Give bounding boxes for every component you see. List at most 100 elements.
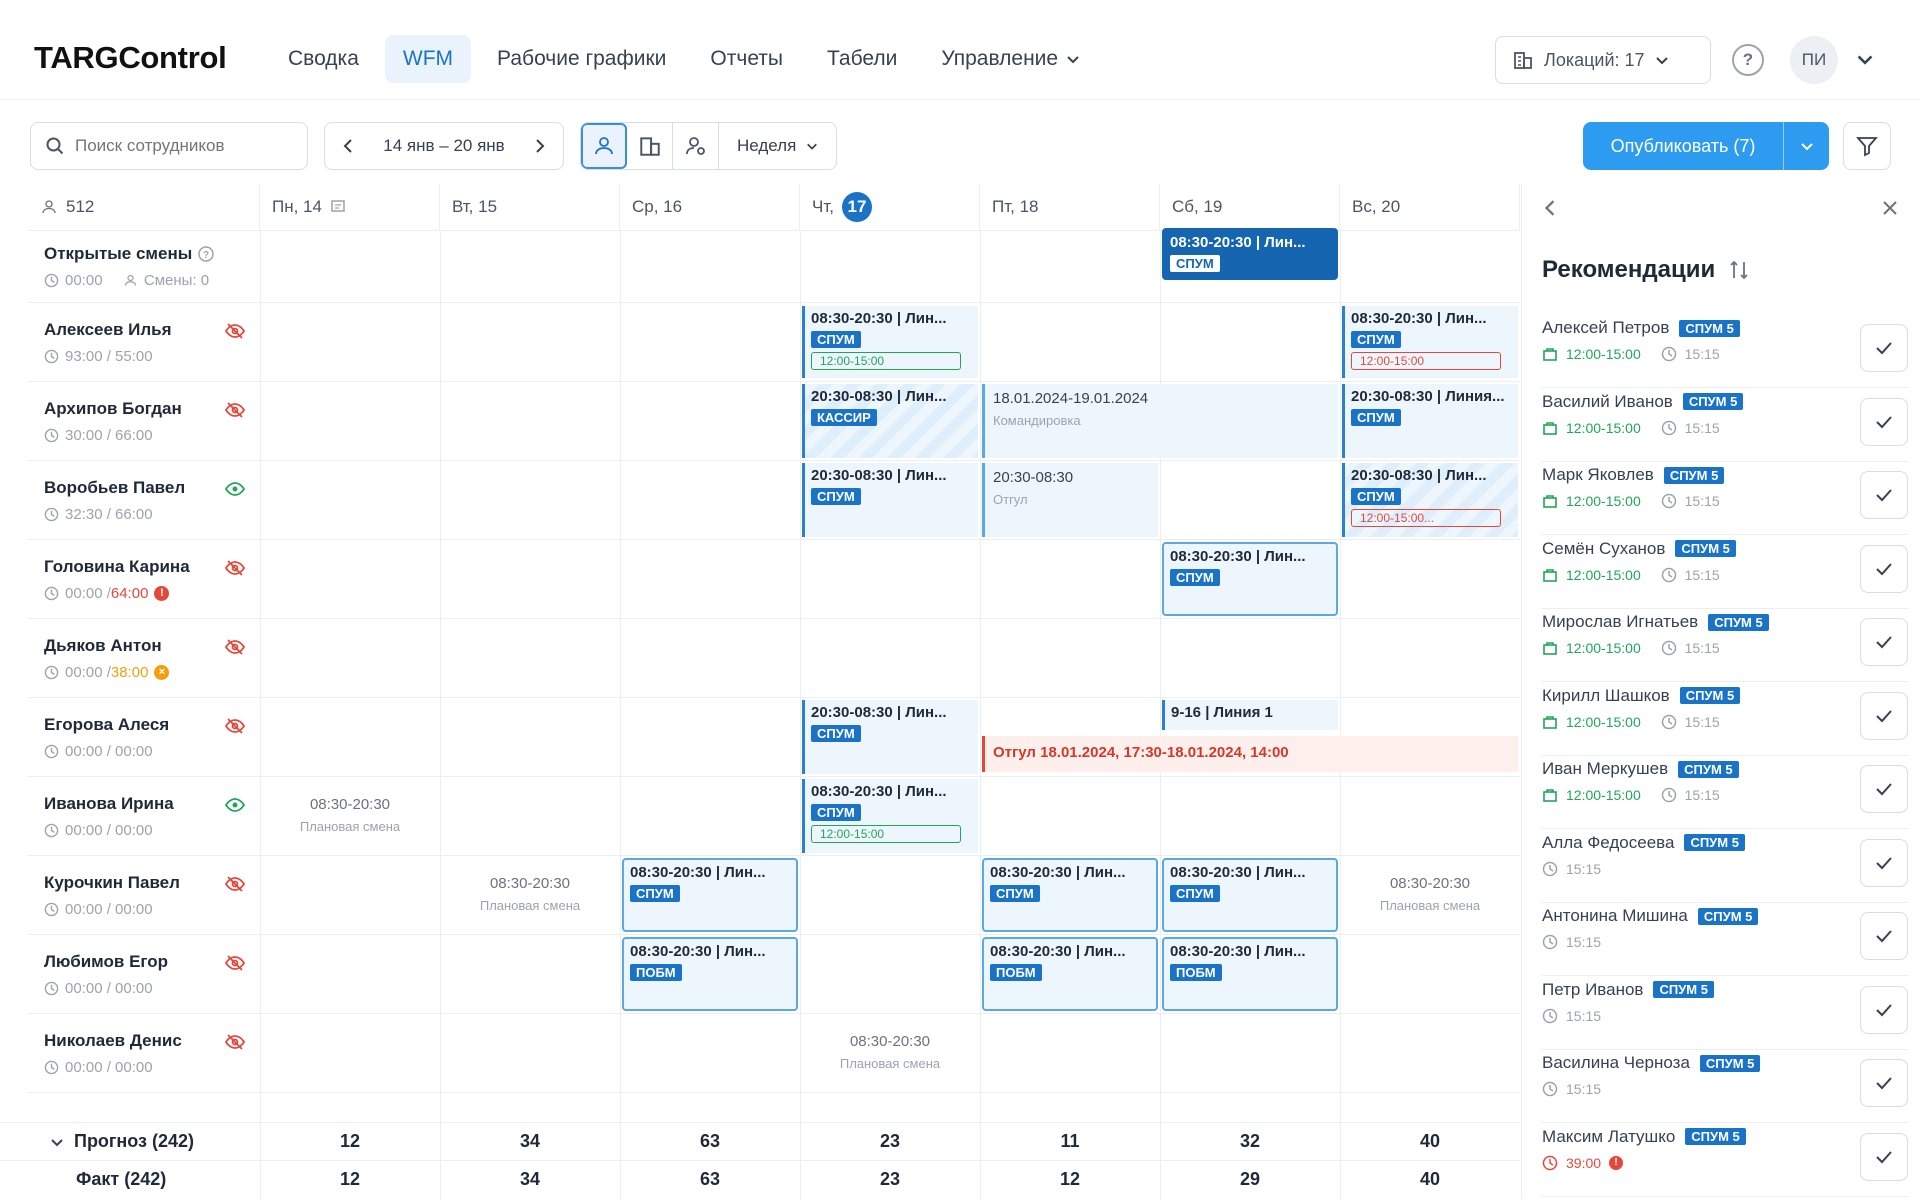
shift-block[interactable]: 20:30-08:30 | Линия... СПУМ [1342, 384, 1518, 458]
avatar[interactable]: ПИ [1790, 36, 1838, 84]
forecast-toggle[interactable]: Прогноз (242) [50, 1131, 194, 1152]
employee-row-label[interactable]: Головина Карина 00:00 / 64:00! [44, 555, 254, 602]
publish-dropdown[interactable] [1783, 122, 1829, 170]
recommendation-item[interactable]: Марк Яковлев СПУМ 5 12:00-15:00 15:15 [1542, 465, 1908, 535]
nav-wfm[interactable]: WFM [384, 35, 472, 83]
eye-icon[interactable] [224, 794, 246, 816]
accept-button[interactable] [1860, 1132, 1908, 1181]
accept-button[interactable] [1860, 324, 1908, 372]
accept-button[interactable] [1860, 838, 1908, 887]
nav-management[interactable]: Управление [923, 35, 1098, 83]
view-positions-button[interactable] [673, 123, 719, 169]
shift-block[interactable]: 08:30-20:30 | Лин... ПОБМ [982, 937, 1158, 1011]
eye-off-icon[interactable] [224, 1031, 246, 1053]
nav-reports[interactable]: Отчеты [692, 35, 801, 83]
shift-block[interactable]: 08:30-20:30 | Лин... СПУМ [1162, 858, 1338, 932]
absence-block[interactable]: Отгул 18.01.2024, 17:30-18.01.2024, 14:0… [982, 736, 1518, 772]
day-header-sat[interactable]: Сб, 19 [1160, 184, 1340, 230]
employee-row-label[interactable]: Курочкин Павел 00:00 / 00:00 [44, 871, 254, 918]
planned-shift[interactable]: 08:30-20:30 Плановая смена [262, 796, 438, 834]
planned-shift[interactable]: 08:30-20:30 Плановая смена [802, 1033, 978, 1071]
eye-off-icon[interactable] [224, 320, 246, 342]
eye-off-icon[interactable] [224, 952, 246, 974]
day-header-thu[interactable]: Чт, 17 [800, 184, 980, 230]
recommendation-item[interactable]: Антонина Мишина СПУМ 5 15:15 [1542, 906, 1908, 976]
eye-icon[interactable] [224, 478, 246, 500]
employee-row-label[interactable]: Архипов Богдан 30:00 / 66:00 [44, 397, 254, 444]
search-box[interactable] [30, 122, 308, 170]
accept-button[interactable] [1860, 471, 1908, 519]
employee-row-label[interactable]: Воробьев Павел 32:30 / 66:00 [44, 476, 254, 523]
accept-button[interactable] [1860, 912, 1908, 960]
recommendation-item[interactable]: Петр Иванов СПУМ 5 15:15 [1542, 980, 1908, 1050]
recommendation-item[interactable]: Алла Федосеева СПУМ 5 15:15 [1542, 833, 1908, 903]
accept-button[interactable] [1860, 1059, 1908, 1107]
close-icon[interactable] [1880, 198, 1900, 218]
recommendation-item[interactable]: Иван Меркушев СПУМ 5 12:00-15:00 15:15 [1542, 759, 1908, 829]
app-logo[interactable]: TARGControl [34, 40, 227, 76]
chevron-right-icon[interactable] [533, 138, 547, 154]
eye-off-icon[interactable] [224, 557, 246, 579]
accept-button[interactable] [1860, 544, 1908, 593]
shift-block[interactable]: 08:30-20:30 | Лин... СПУМ 12:00-15:00 [1342, 306, 1518, 378]
day-header-wed[interactable]: Ср, 16 [620, 184, 800, 230]
eye-off-icon[interactable] [224, 715, 246, 737]
shift-block[interactable]: 9-16 | Линия 1 [1162, 700, 1338, 730]
accept-button[interactable] [1860, 691, 1908, 740]
accept-button[interactable] [1860, 618, 1908, 666]
nav-schedules[interactable]: Рабочие графики [479, 35, 684, 83]
day-header-fri[interactable]: Пт, 18 [980, 184, 1160, 230]
shift-block[interactable]: 20:30-08:30 | Лин... СПУМ [802, 700, 978, 774]
shift-block[interactable]: 20:30-08:30 | Лин... КАССИР [802, 384, 978, 458]
recommendation-item[interactable]: Семён Суханов СПУМ 5 12:00-15:00 15:15 [1542, 539, 1908, 609]
day-header-tue[interactable]: Вт, 15 [440, 184, 620, 230]
shift-block[interactable]: 20:30-08:30 | Лин... СПУМ 12:00-15:00... [1342, 463, 1518, 537]
accept-button[interactable] [1860, 765, 1908, 813]
shift-block[interactable]: 20:30-08:30 | Лин... СПУМ [802, 463, 978, 537]
open-shift-block[interactable]: 08:30-20:30 | Лин... СПУМ [1162, 228, 1338, 280]
day-off-block[interactable]: 20:30-08:30 Отгул [982, 463, 1158, 537]
recommendation-item[interactable]: Василина Черноза СПУМ 5 15:15 [1542, 1053, 1908, 1123]
recommendation-item[interactable]: Алексей Петров СПУМ 5 12:00-15:00 15:15 [1542, 318, 1908, 388]
recommendation-item[interactable]: Василий Иванов СПУМ 5 12:00-15:00 15:15 [1542, 392, 1908, 462]
publish-button[interactable]: Опубликовать (7) [1583, 122, 1829, 170]
chevron-left-icon[interactable] [341, 138, 355, 154]
chevron-down-icon[interactable] [1856, 50, 1874, 68]
search-input[interactable] [75, 136, 285, 156]
eye-off-icon[interactable] [224, 399, 246, 421]
shift-block[interactable]: 08:30-20:30 | Лин... СПУМ [1162, 542, 1338, 616]
employee-row-label[interactable]: Любимов Егор 00:00 / 00:00 [44, 950, 254, 997]
date-range-label[interactable]: 14 янв – 20 янв [383, 136, 504, 156]
shift-block[interactable]: 08:30-20:30 | Лин... СПУМ [982, 858, 1158, 932]
day-header-sun[interactable]: Вс, 20 [1340, 184, 1520, 230]
employee-row-label[interactable]: Алексеев Илья 93:00 / 55:00 [44, 318, 254, 365]
filter-button[interactable] [1843, 122, 1891, 170]
publish-label[interactable]: Опубликовать (7) [1583, 122, 1783, 170]
planned-shift[interactable]: 08:30-20:30 Плановая смена [442, 875, 618, 913]
employee-row-label[interactable]: Николаев Денис 00:00 / 00:00 [44, 1029, 254, 1076]
recommendation-item[interactable]: Мирослав Игнатьев СПУМ 5 12:00-15:00 15:15 [1542, 612, 1908, 682]
employee-row-label[interactable]: Дьяков Антон 00:00 / 38:00 × [44, 634, 254, 681]
shift-block[interactable]: 08:30-20:30 | Лин... СПУМ [622, 858, 798, 932]
planned-shift[interactable]: 08:30-20:30 Плановая смена [1342, 875, 1518, 913]
recommendation-item[interactable]: Кирилл Шашков СПУМ 5 12:00-15:00 15:15 [1542, 686, 1908, 756]
nav-timesheets[interactable]: Табели [809, 35, 915, 83]
recommendation-item[interactable]: Максим Латушко СПУМ 5 39:00! [1542, 1127, 1908, 1197]
day-header-mon[interactable]: Пн, 14 [260, 184, 440, 230]
accept-button[interactable] [1860, 397, 1908, 446]
employee-row-label[interactable]: Егорова Алеся 00:00 / 00:00 [44, 713, 254, 760]
location-selector[interactable]: Локаций: 17 [1495, 36, 1711, 84]
sort-icon[interactable] [1727, 258, 1751, 282]
accept-button[interactable] [1860, 985, 1908, 1034]
chevron-left-icon[interactable] [1542, 198, 1558, 218]
eye-off-icon[interactable] [224, 873, 246, 895]
period-select[interactable]: Неделя [719, 123, 836, 169]
help-icon[interactable]: ? [1732, 44, 1764, 76]
open-shifts-row-label[interactable]: Открытые смены ? 00:00 Смены: 0 [44, 242, 254, 289]
view-employees-button[interactable] [581, 123, 627, 169]
view-locations-button[interactable] [627, 123, 673, 169]
shift-block[interactable]: 08:30-20:30 | Лин... СПУМ 12:00-15:00 [802, 306, 978, 378]
shift-block[interactable]: 08:30-20:30 | Лин... СПУМ 12:00-15:00 [802, 779, 978, 853]
nav-summary[interactable]: Сводка [270, 35, 377, 83]
shift-block[interactable]: 08:30-20:30 | Лин... ПОБМ [1162, 937, 1338, 1011]
